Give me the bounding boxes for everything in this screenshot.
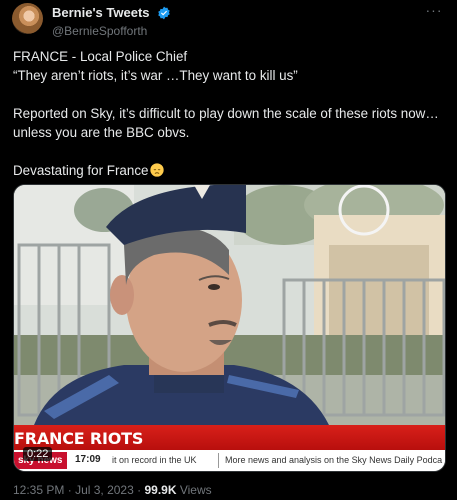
video-player[interactable]: FRANCE RIOTS sky news 17:09 it on record… [13,184,446,472]
ticker-divider [218,453,219,468]
tweet: Bernie's Tweets @BernieSpofforth ··· FRA… [0,0,457,500]
avatar[interactable] [12,3,43,34]
ticker-clock: 17:09 [75,454,101,465]
more-options-icon[interactable]: ··· [423,2,445,18]
meta-separator: · [137,483,142,497]
author-display-name[interactable]: Bernie's Tweets [52,5,150,20]
tweet-date[interactable]: Jul 3, 2023 [75,483,134,497]
tweet-text-line: Devastating for France [13,163,149,178]
tweet-time[interactable]: 12:35 PM [13,483,64,497]
tweet-text-line: unless you are the BBC obvs. [13,125,190,140]
tweet-text: FRANCE - Local Police Chief “They aren’t… [13,47,453,180]
author-handle[interactable]: @BernieSpofforth [52,24,171,38]
news-banner-title: FRANCE RIOTS [14,429,144,448]
views-count: 99.9K [144,483,177,497]
tweet-meta: 12:35 PM · Jul 3, 2023 · 99.9K Views [13,483,212,497]
meta-separator: · [67,483,72,497]
ticker-message: it on record in the UK [112,455,197,465]
video-timestamp: 0:22 [23,447,53,461]
tweet-text-line: Reported on Sky, it’s difficult to play … [13,106,439,121]
news-ticker: sky news 17:09 it on record in the UK Mo… [14,450,445,471]
tweet-text-line-last: Devastating for France [13,161,453,180]
verified-badge-icon [158,6,170,20]
disappointed-face-emoji-icon [150,163,165,177]
author-block: Bernie's Tweets @BernieSpofforth [52,4,171,38]
tweet-text-line: “They aren’t riots, it’s war …They want … [13,68,298,83]
ticker-message: More news and analysis on the Sky News D… [225,455,443,465]
views-label: Views [179,483,212,497]
tweet-text-line: FRANCE - Local Police Chief [13,49,188,64]
